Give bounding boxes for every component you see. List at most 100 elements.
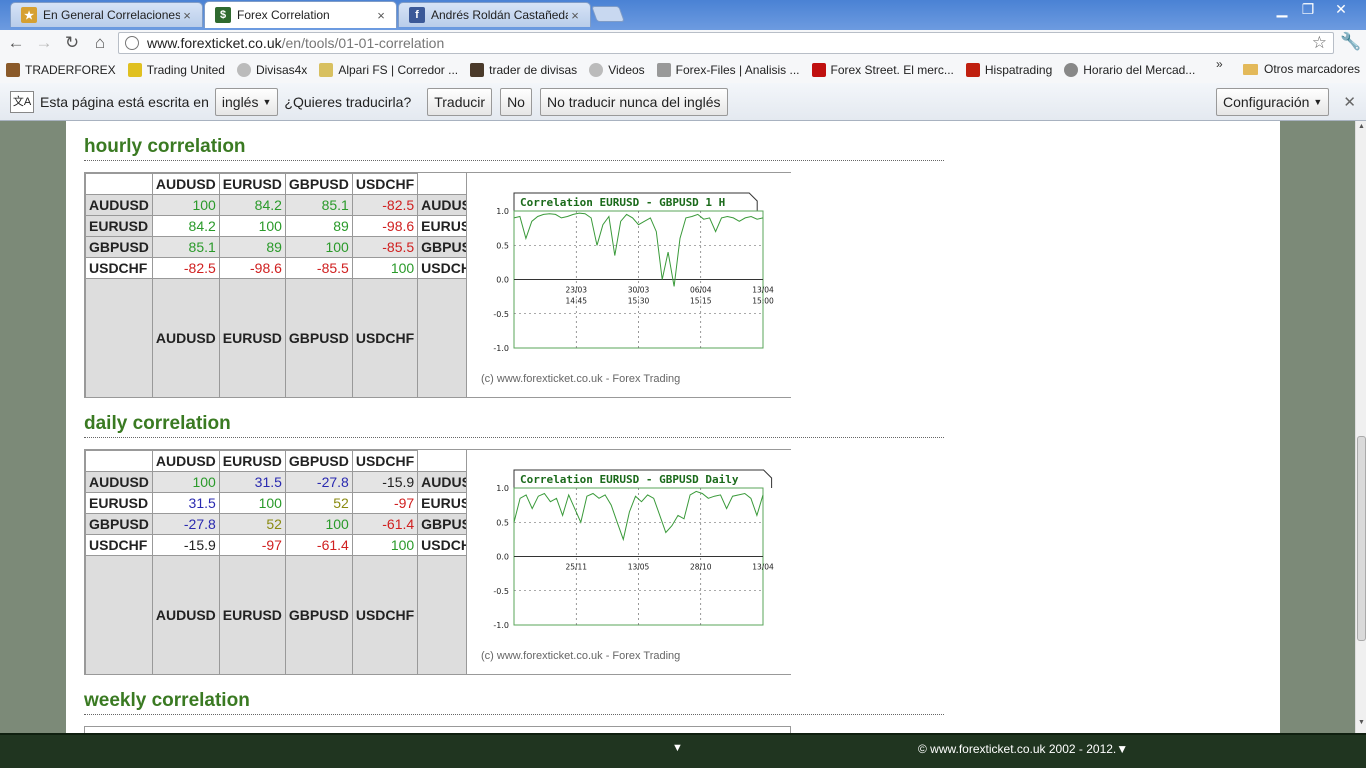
correlation-cell: 100 — [151, 194, 220, 216]
no-button[interactable]: No — [500, 87, 532, 116]
close-translate-bar-icon[interactable]: ✕ — [1343, 93, 1356, 111]
correlation-panel-daily: AUDUSD EURUSD GBPUSD USDCHF AUDUSD 100 3… — [84, 449, 791, 675]
bookmark-star-icon[interactable]: ☆ — [1312, 33, 1327, 53]
row-header: EURUSD — [85, 215, 153, 237]
translate-button[interactable]: Traducir — [427, 87, 493, 116]
column-header: AUDUSD — [151, 450, 220, 472]
row-header: USDCHF — [85, 534, 153, 556]
chart-copyright: (c) www.forexticket.co.uk - Forex Tradin… — [481, 373, 681, 385]
correlation-panel-hourly: AUDUSD EURUSD GBPUSD USDCHF AUDUSD 100 8… — [84, 172, 791, 398]
column-header: USDCHF — [351, 173, 419, 195]
x-tick-label: 14:45 — [565, 297, 587, 306]
x-tick-label: 28/10 — [690, 563, 712, 572]
vertical-scrollbar[interactable]: ▲ ▼ — [1355, 121, 1366, 733]
close-tab-icon[interactable]: × — [374, 8, 388, 23]
bookmark-label: Videos — [608, 62, 645, 77]
x-tick-label: 25/11 — [565, 563, 587, 572]
bookmark-label: Trading United — [146, 62, 225, 77]
y-tick-label: 0.5 — [496, 518, 509, 527]
correlation-cell: -98.6 — [218, 257, 286, 279]
forum-favicon-icon: ★ — [21, 7, 37, 23]
bookmark-trading-united[interactable]: Trading United — [122, 62, 231, 77]
correlation-table-hourly: AUDUSD EURUSD GBPUSD USDCHF AUDUSD 100 8… — [85, 173, 486, 398]
bookmark-videos[interactable]: Videos — [583, 62, 650, 77]
forward-icon[interactable]: → — [33, 33, 55, 53]
table-row: AUDUSD 100 31.5 -27.8 -15.9 AUDUSD — [85, 471, 486, 493]
bookmark-forex-street[interactable]: Forex Street. El merc... — [806, 62, 960, 77]
bookmark-favicon-icon — [1064, 62, 1079, 77]
restore-icon[interactable]: ❐ — [1294, 0, 1322, 18]
chevron-down-icon: ▼ — [1313, 97, 1323, 107]
bookmark-favicon-icon — [656, 62, 671, 77]
scroll-up-icon[interactable]: ▲ — [1357, 123, 1366, 130]
never-translate-button[interactable]: No traducir nunca del inglés — [539, 87, 728, 116]
bookmark-label: Forex Street. El merc... — [830, 62, 954, 77]
toolbar: ← → ↻ ⌂ www.forexticket.co.uk/en/tools/0… — [0, 30, 1366, 56]
bookmarks-overflow-icon[interactable]: » — [1216, 57, 1223, 71]
scrollbar-thumb[interactable] — [1357, 436, 1366, 641]
correlation-cell: 84.2 — [151, 215, 220, 237]
translate-icon: 文A — [10, 90, 34, 113]
correlation-cell: -27.8 — [151, 513, 220, 535]
bookmark-traderforex[interactable]: TRADERFOREX — [0, 62, 122, 77]
section-title-daily: daily correlation — [84, 413, 231, 434]
y-tick-label: 0.5 — [496, 241, 509, 250]
tab-facebook[interactable]: f Andrés Roldán Castañeda × — [398, 2, 591, 27]
bookmark-label: Hispatrading — [984, 62, 1053, 77]
bookmark-label: Horario del Mercad... — [1083, 62, 1196, 77]
close-window-icon[interactable]: ✕ — [1326, 0, 1356, 18]
reload-icon[interactable]: ↻ — [61, 33, 83, 53]
correlation-cell: -15.9 — [351, 471, 419, 493]
x-tick-label: 13/05 — [628, 563, 650, 572]
bookmark-label: Divisas4x — [255, 62, 308, 77]
bookmark-hispatrading[interactable]: Hispatrading — [960, 62, 1058, 77]
close-tab-icon[interactable]: × — [180, 8, 194, 23]
table-row: EURUSD 31.5 100 52 -97 EURUSD — [85, 492, 486, 514]
column-footer: EURUSD — [218, 278, 286, 398]
bookmark-horario-del-mercado[interactable]: Horario del Mercad... — [1058, 62, 1201, 77]
tab-label: Forex Correlation — [237, 8, 330, 22]
bookmark-label: Alpari FS | Corredor ... — [338, 62, 459, 77]
bookmark-forex-files[interactable]: Forex-Files | Analisis ... — [651, 62, 806, 77]
correlation-cell: -98.6 — [351, 215, 419, 237]
wrench-menu-icon[interactable]: 🔧 — [1340, 32, 1361, 52]
home-icon[interactable]: ⌂ — [89, 33, 111, 53]
column-footer: AUDUSD — [151, 555, 220, 675]
new-tab-button[interactable] — [591, 6, 625, 22]
bookmark-trader-de-divisas[interactable]: trader de divisas — [464, 62, 583, 77]
section-divider — [84, 160, 944, 161]
scroll-down-icon[interactable]: ▼ — [1357, 719, 1366, 726]
bookmarks-bar: TRADERFOREX Trading United Divisas4x Alp… — [0, 56, 1366, 83]
other-bookmarks[interactable]: Otros marcadores — [1243, 62, 1360, 76]
correlation-cell: 85.1 — [151, 236, 220, 258]
tab-correlaciones[interactable]: ★ En General Correlaciones × — [10, 2, 203, 27]
correlation-cell: -85.5 — [284, 257, 353, 279]
correlation-cell: 52 — [284, 492, 353, 514]
tab-forex-correlation[interactable]: $ Forex Correlation × — [204, 1, 397, 28]
translate-message: Esta página está escrita en — [40, 93, 209, 110]
back-icon[interactable]: ← — [5, 33, 27, 53]
bookmark-alpari[interactable]: Alpari FS | Corredor ... — [313, 62, 464, 77]
table-row: GBPUSD 85.1 89 100 -85.5 GBPUSD — [85, 236, 486, 258]
page-info-icon[interactable] — [125, 36, 139, 50]
section-divider — [84, 714, 944, 715]
chart-copyright: (c) www.forexticket.co.uk - Forex Tradin… — [481, 650, 681, 662]
language-select[interactable]: inglés ▼ — [214, 87, 279, 116]
correlation-cell: -61.4 — [351, 513, 419, 535]
close-tab-icon[interactable]: × — [568, 8, 582, 23]
bookmark-divisas4x[interactable]: Divisas4x — [231, 62, 313, 77]
facebook-favicon-icon: f — [409, 7, 425, 23]
page-content: hourly correlation AUDUSD EURUSD GBPUSD … — [66, 121, 1280, 733]
column-header: GBPUSD — [284, 450, 353, 472]
footer-toggle-icon[interactable]: ▼ — [672, 742, 683, 754]
table-footer-row: AUDUSD EURUSD GBPUSD USDCHF — [85, 555, 486, 675]
address-bar[interactable]: www.forexticket.co.uk/en/tools/01-01-cor… — [118, 32, 1334, 54]
translate-settings-button[interactable]: Configuración ▼ — [1216, 88, 1330, 116]
x-tick-label: 06/04 — [690, 286, 712, 295]
correlation-cell: 31.5 — [151, 492, 220, 514]
table-corner — [85, 173, 153, 195]
bookmark-favicon-icon — [965, 62, 980, 77]
minimize-icon[interactable]: ▁ — [1268, 0, 1296, 18]
table-row: USDCHF -82.5 -98.6 -85.5 100 USDCHF — [85, 257, 486, 279]
column-footer: GBPUSD — [284, 278, 353, 398]
